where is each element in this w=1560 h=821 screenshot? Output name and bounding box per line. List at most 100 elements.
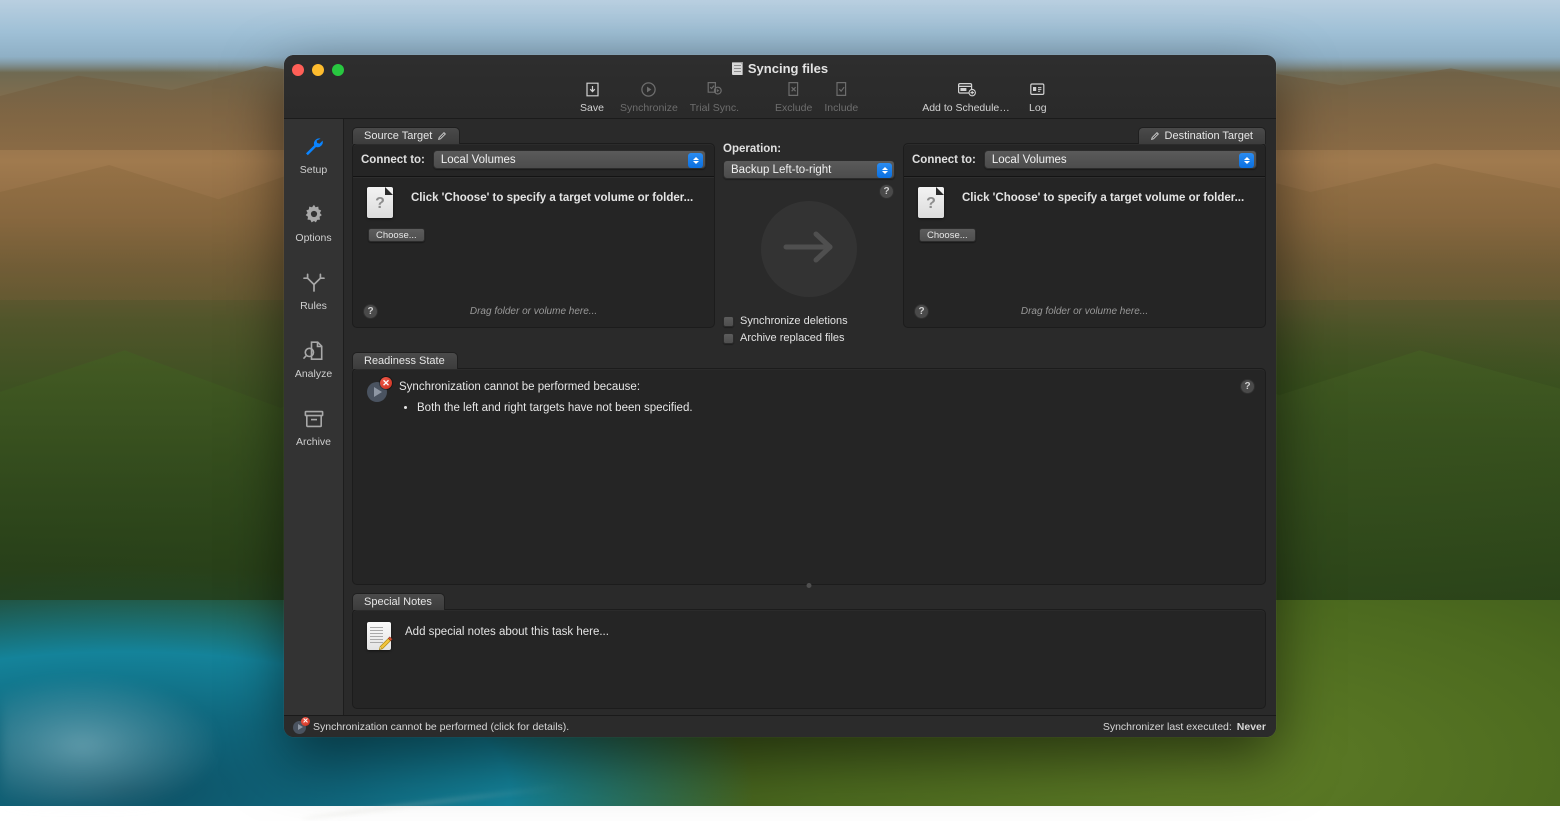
readiness-row: ✕ Synchronization cannot be performed be… (367, 381, 1251, 414)
toolbar-item-label: Trial Sync. (690, 102, 739, 114)
operation-value: Backup Left-to-right (731, 164, 831, 176)
destination-target-box: Connect to: Local Volumes Click 'Choose'… (903, 143, 1266, 328)
sidebar: Setup Options (284, 119, 344, 715)
destination-choose-button[interactable]: Choose... (919, 228, 976, 242)
source-target-panel: Source Target Connect to: Local Volumes (352, 127, 715, 328)
destination-drag-hint: Drag folder or volume here... (914, 306, 1255, 317)
toolbar-item-label: Exclude (775, 102, 812, 114)
readiness-state-tab[interactable]: Readiness State (352, 352, 458, 369)
operation-panel: Operation: Backup Left-to-right ? (715, 127, 903, 344)
status-bar-message-group[interactable]: ✕ Synchronization cannot be performed (c… (293, 720, 569, 734)
destination-help-button[interactable]: ? (914, 304, 929, 319)
sidebar-item-label: Analyze (295, 368, 332, 380)
special-notes-panel: Special Notes Add special note (352, 593, 1266, 709)
toolbar-item-label: Include (824, 102, 858, 114)
sidebar-item-label: Options (295, 232, 331, 244)
special-notes-placeholder: Add special notes about this task here..… (405, 622, 609, 638)
toolbar-exclude-button[interactable]: Exclude (769, 77, 818, 116)
source-target-body[interactable]: Click 'Choose' to specify a target volum… (353, 177, 714, 327)
sidebar-item-analyze[interactable]: Analyze (286, 335, 342, 383)
checkbox-box (723, 333, 734, 344)
last-executed-value: Never (1237, 721, 1266, 733)
sidebar-item-label: Archive (296, 436, 331, 448)
source-target-footer: ? Drag folder or volume here... (363, 304, 704, 319)
sidebar-item-setup[interactable]: Setup (286, 131, 342, 179)
toolbar-item-label: Add to Schedule… (922, 102, 1010, 114)
source-target-tab[interactable]: Source Target (352, 127, 460, 144)
toolbar-include-button[interactable]: Include (818, 77, 864, 116)
pencil-icon[interactable] (437, 131, 447, 141)
source-connect-row: Connect to: Local Volumes (353, 144, 714, 177)
chevron-updown-icon (1239, 153, 1254, 168)
play-error-icon: ✕ (367, 380, 389, 402)
window-title: Syncing files (284, 61, 1276, 76)
schedule-add-icon (956, 79, 976, 99)
toolbar-item-label: Log (1029, 102, 1047, 114)
operation-label: Operation: (723, 143, 895, 155)
toolbar-save-button[interactable]: Save (570, 77, 614, 116)
unknown-file-icon (367, 187, 393, 218)
toolbar-synchronize-button[interactable]: Synchronize (614, 77, 684, 116)
chevron-updown-icon (688, 153, 703, 168)
sidebar-item-rules[interactable]: Rules (286, 267, 342, 315)
toolbar-add-to-schedule-button[interactable]: Add to Schedule… (916, 77, 1016, 116)
destination-target-footer: ? Drag folder or volume here... (914, 304, 1255, 319)
exclude-file-icon (784, 79, 804, 99)
play-circle-icon (639, 79, 659, 99)
readiness-state-box: ✕ Synchronization cannot be performed be… (352, 368, 1266, 585)
toolbar-item-label: Synchronize (620, 102, 678, 114)
source-target-top: Click 'Choose' to specify a target volum… (367, 187, 704, 218)
chevron-updown-icon (877, 163, 892, 178)
readiness-text-block: Synchronization cannot be performed beca… (399, 381, 693, 414)
app-window: Syncing files Save (284, 55, 1276, 737)
readiness-help-button[interactable]: ? (1240, 379, 1255, 394)
archive-replaced-files-checkbox[interactable]: Archive replaced files (723, 332, 895, 344)
include-file-icon (831, 79, 851, 99)
note-pencil-icon (367, 622, 391, 650)
wallpaper-surf (0, 606, 330, 806)
direction-indicator (761, 201, 857, 297)
readiness-reason-list: Both the left and right targets have not… (417, 402, 693, 414)
toolbar-trial-sync-button[interactable]: Trial Sync. (684, 77, 745, 116)
log-icon (1028, 79, 1048, 99)
targets-row: Source Target Connect to: Local Volumes (352, 127, 1266, 344)
destination-target-tab[interactable]: Destination Target (1138, 127, 1266, 144)
panel-splitter-handle[interactable] (807, 583, 812, 588)
window-title-text: Syncing files (748, 61, 828, 76)
operation-checkboxes: Synchronize deletions Archive replaced f… (723, 315, 895, 344)
toolbar-log-button[interactable]: Log (1016, 77, 1060, 116)
operation-select[interactable]: Backup Left-to-right (723, 160, 895, 179)
synchronize-deletions-checkbox[interactable]: Synchronize deletions (723, 315, 895, 327)
sidebar-item-label: Setup (300, 164, 327, 176)
play-error-icon: ✕ (293, 720, 307, 734)
special-notes-tab[interactable]: Special Notes (352, 593, 445, 610)
source-drag-hint: Drag folder or volume here... (363, 306, 704, 317)
magnifier-document-icon (301, 338, 327, 364)
source-help-button[interactable]: ? (363, 304, 378, 319)
sidebar-item-archive[interactable]: Archive (286, 403, 342, 451)
destination-connect-row: Connect to: Local Volumes (904, 144, 1265, 177)
readiness-reason: Both the left and right targets have not… (417, 402, 693, 414)
pencil-icon[interactable] (1150, 131, 1160, 141)
destination-connect-to-value: Local Volumes (992, 154, 1067, 166)
destination-connect-to-select[interactable]: Local Volumes (984, 150, 1257, 169)
archive-box-icon (301, 406, 327, 432)
trial-sync-icon (704, 79, 724, 99)
destination-target-body[interactable]: Click 'Choose' to specify a target volum… (904, 177, 1265, 327)
source-choose-button[interactable]: Choose... (368, 228, 425, 242)
readiness-state-tab-label: Readiness State (364, 353, 445, 370)
status-bar-message: Synchronization cannot be performed (cli… (313, 721, 569, 733)
source-connect-to-select[interactable]: Local Volumes (433, 150, 706, 169)
operation-help-button[interactable]: ? (879, 184, 894, 199)
sidebar-item-label: Rules (300, 300, 327, 312)
destination-target-top: Click 'Choose' to specify a target volum… (918, 187, 1255, 218)
destination-target-tab-label: Destination Target (1165, 128, 1253, 145)
special-notes-tab-label: Special Notes (364, 594, 432, 611)
operation-popup-wrap: Backup Left-to-right ? (723, 160, 895, 179)
source-target-message: Click 'Choose' to specify a target volum… (411, 187, 693, 204)
branch-icon (301, 270, 327, 296)
sidebar-item-options[interactable]: Options (286, 199, 342, 247)
checkbox-label: Archive replaced files (740, 332, 845, 344)
special-notes-box[interactable]: Add special notes about this task here..… (352, 609, 1266, 709)
window-body: Setup Options (284, 119, 1276, 715)
